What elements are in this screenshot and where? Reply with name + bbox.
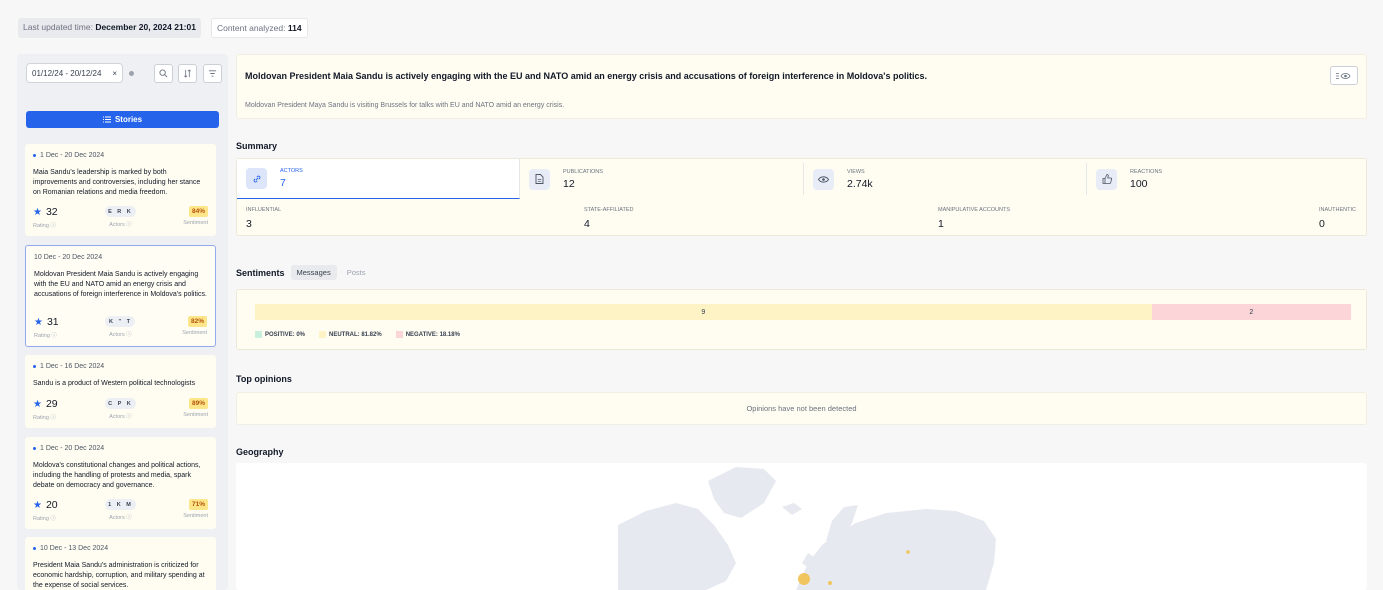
story-title: Moldovan President Maia Sandu is activel… bbox=[245, 71, 927, 81]
sentiments-header: Sentiments Messages Posts bbox=[236, 265, 375, 280]
summary-title: Summary bbox=[236, 141, 278, 151]
rating-value: 32 bbox=[45, 206, 58, 218]
filter-button[interactable] bbox=[203, 63, 222, 83]
actor-avatars: K " T bbox=[105, 316, 136, 327]
active-dot-icon bbox=[33, 447, 36, 450]
list-icon bbox=[102, 116, 111, 123]
sentiment-badge: 71% bbox=[188, 499, 208, 510]
state-affiliated-stat: STATE-AFFILIATED 4 bbox=[584, 207, 634, 230]
sentiment-badge: 89% bbox=[188, 398, 208, 409]
story-text: Sandu is a product of Western political … bbox=[33, 380, 196, 387]
story-card[interactable]: 1 Dec - 16 Dec 2024 Sandu is a product o… bbox=[25, 355, 216, 428]
views-stat[interactable]: VIEWS 2.74k bbox=[804, 159, 1087, 199]
positive-swatch bbox=[255, 331, 262, 338]
star-icon: ★ bbox=[33, 398, 42, 410]
clear-date-icon[interactable]: × bbox=[112, 69, 117, 78]
actor-avatars: C P K bbox=[105, 398, 136, 409]
influential-stat: INFLUENTIAL 3 bbox=[246, 207, 282, 230]
top-opinions-title: Top opinions bbox=[236, 374, 292, 384]
tab-messages[interactable]: Messages bbox=[290, 265, 337, 280]
actor-avatars: E R K bbox=[105, 206, 136, 217]
story-text: President Maia Sandu's administration is… bbox=[33, 562, 205, 589]
map-landmass bbox=[782, 503, 802, 515]
search-button[interactable] bbox=[154, 63, 173, 83]
map-landmass bbox=[708, 467, 776, 518]
thumbs-up-icon bbox=[1096, 168, 1117, 190]
list-eye-icon bbox=[1336, 72, 1351, 79]
publications-stat[interactable]: PUBLICATIONS 12 bbox=[520, 159, 803, 199]
sort-icon bbox=[184, 68, 191, 78]
content-analyzed-chip: Content analyzed: 114 bbox=[210, 18, 308, 38]
view-toggle-button[interactable] bbox=[1330, 66, 1358, 85]
world-map bbox=[618, 467, 996, 590]
active-dot-icon bbox=[33, 547, 36, 550]
actor-avatars: 1 K M bbox=[105, 499, 136, 510]
geography-map[interactable] bbox=[236, 463, 1367, 590]
story-card[interactable]: 1 Dec - 20 Dec 2024 Moldova's constituti… bbox=[25, 437, 216, 529]
negative-segment[interactable]: 2 bbox=[1151, 304, 1351, 320]
info-dot-icon bbox=[129, 70, 134, 76]
map-bubble bbox=[906, 550, 910, 554]
sentiment-badge: 84% bbox=[188, 206, 208, 217]
rating-value: 20 bbox=[45, 499, 58, 511]
story-card[interactable]: 10 Dec - 13 Dec 2024 President Maia Sand… bbox=[25, 537, 216, 590]
negative-swatch bbox=[395, 331, 403, 338]
filter-icon bbox=[208, 69, 217, 77]
star-icon: ★ bbox=[33, 499, 42, 511]
sentiment-bar: 9 2 bbox=[255, 304, 1351, 320]
story-card[interactable]: 1 Dec - 20 Dec 2024 Maia Sandu's leaders… bbox=[25, 144, 216, 236]
map-landmass bbox=[618, 503, 736, 590]
active-dot-icon bbox=[33, 365, 36, 368]
star-icon: ★ bbox=[34, 316, 43, 328]
neutral-swatch bbox=[319, 331, 327, 338]
story-card-selected[interactable]: 10 Dec - 20 Dec 2024 Moldovan President … bbox=[25, 245, 216, 347]
manipulative-accounts-stat: MANIPULATIVE ACCOUNTS 1 bbox=[938, 207, 1011, 230]
map-bubble-moldova bbox=[798, 573, 810, 585]
last-updated-value: December 20, 2024 21:01 bbox=[95, 22, 196, 32]
sentiment-panel: 9 2 POSITIVE: 0% NEUTRAL: 81.82% NEGATIV… bbox=[236, 289, 1367, 350]
story-text: Moldovan President Maia Sandu is activel… bbox=[34, 271, 207, 298]
stories-sidebar: 01/12/24 - 20/12/24 × Stories 1 Dec - 20… bbox=[17, 54, 228, 590]
search-icon bbox=[159, 68, 168, 77]
story-description: Moldovan President Maya Sandu is visitin… bbox=[245, 102, 565, 109]
map-landmass bbox=[796, 509, 996, 590]
inauthentic-stat: INAUTHENTIC 0 bbox=[1319, 207, 1356, 230]
eye-icon bbox=[813, 168, 834, 190]
story-headline: Moldovan President Maia Sandu is activel… bbox=[236, 54, 1367, 119]
sentiment-badge: 82% bbox=[187, 316, 207, 327]
rating-value: 29 bbox=[45, 398, 58, 410]
active-dot-icon bbox=[33, 154, 36, 157]
stories-tab-button[interactable]: Stories bbox=[26, 111, 219, 128]
tab-posts[interactable]: Posts bbox=[341, 265, 372, 280]
document-icon bbox=[529, 168, 550, 190]
rating-value: 31 bbox=[46, 316, 59, 328]
filter-bar: 01/12/24 - 20/12/24 × bbox=[26, 63, 222, 83]
date-range-input[interactable]: 01/12/24 - 20/12/24 × bbox=[26, 63, 123, 83]
last-updated-chip: Last updated time: December 20, 2024 21:… bbox=[18, 18, 201, 38]
story-text: Maia Sandu's leadership is marked by bot… bbox=[33, 169, 201, 196]
reactions-stat[interactable]: REACTIONS 100 bbox=[1087, 159, 1368, 199]
map-bubble bbox=[828, 581, 832, 585]
neutral-segment[interactable]: 9 bbox=[255, 304, 1152, 320]
story-text: Moldova's constitutional changes and pol… bbox=[33, 462, 201, 489]
opinions-empty-state: Opinions have not been detected bbox=[236, 392, 1367, 425]
content-analyzed-value: 114 bbox=[287, 23, 302, 33]
star-icon: ★ bbox=[33, 206, 42, 218]
summary-panel: ACTORS 7 PUBLICATIONS 12 VIEWS 2.74k REA… bbox=[236, 158, 1367, 236]
top-status-bar: Last updated time: December 20, 2024 21:… bbox=[18, 18, 308, 38]
sentiments-title: Sentiments bbox=[236, 267, 285, 278]
link-icon bbox=[246, 168, 267, 189]
actors-stat[interactable]: ACTORS 7 bbox=[237, 159, 520, 199]
sentiment-legend: POSITIVE: 0% NEUTRAL: 81.82% NEGATIVE: 1… bbox=[255, 331, 460, 338]
geography-title: Geography bbox=[236, 447, 284, 457]
sort-button[interactable] bbox=[178, 63, 197, 83]
